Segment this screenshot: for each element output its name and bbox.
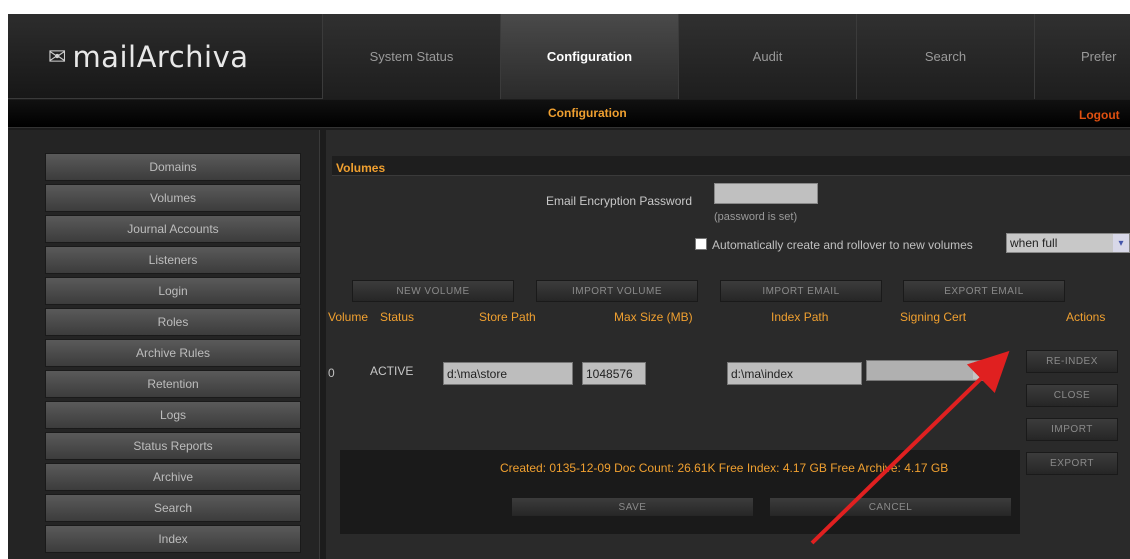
envelope-icon: ✉ (48, 43, 67, 69)
volumes-title: Volumes (336, 161, 386, 175)
sidebar-item-retention[interactable]: Retention (45, 370, 301, 398)
sidebar-item-status-reports[interactable]: Status Reports (45, 432, 301, 460)
main-tabs: System Status Configuration Audit Search… (322, 14, 1130, 99)
sidebar-item-index[interactable]: Index (45, 525, 301, 553)
rollover-select[interactable]: when full ▾ (1006, 233, 1130, 253)
sidebar-item-search[interactable]: Search (45, 494, 301, 522)
col-status: Status (380, 310, 415, 324)
sidebar: Domains Volumes Journal Accounts Listene… (8, 130, 320, 559)
logout-link[interactable]: Logout (1079, 108, 1120, 122)
row-volume-id: 0 (328, 366, 335, 380)
tab-preferences[interactable]: Prefer (1034, 14, 1130, 99)
encryption-password-label: Email Encryption Password (546, 194, 693, 208)
col-actions: Actions (1066, 310, 1106, 324)
sidebar-item-domains[interactable]: Domains (45, 153, 301, 181)
sidebar-item-archive[interactable]: Archive (45, 463, 301, 491)
section-title: Configuration (548, 106, 627, 120)
section-header-bar (332, 156, 1130, 176)
cancel-button[interactable]: CANCEL (769, 497, 1012, 517)
tab-system-status[interactable]: System Status (322, 14, 500, 99)
import-volume-button[interactable]: IMPORT VOLUME (536, 280, 698, 302)
sidebar-item-archive-rules[interactable]: Archive Rules (45, 339, 301, 367)
app-window: ✉ mailArchiva System Status Configuratio… (8, 14, 1130, 559)
export-button[interactable]: EXPORT (1026, 452, 1118, 475)
sidebar-nav: Domains Volumes Journal Accounts Listene… (45, 153, 301, 556)
index-path-field[interactable]: d:\ma\index (727, 362, 862, 385)
col-signing-cert: Signing Cert (900, 310, 967, 324)
volume-summary-text: Created: 0135-12-09 Doc Count: 26.61K Fr… (500, 461, 949, 475)
auto-rollover-label: Automatically create and rollover to new… (712, 238, 973, 252)
col-store-path: Store Path (479, 310, 536, 324)
main-panel: Volumes Email Encryption Password (passw… (326, 130, 1130, 559)
import-email-button[interactable]: IMPORT EMAIL (720, 280, 882, 302)
sidebar-item-volumes[interactable]: Volumes (45, 184, 301, 212)
close-volume-button[interactable]: CLOSE (1026, 384, 1118, 407)
max-size-field[interactable]: 1048576 (582, 362, 646, 385)
encryption-password-input[interactable] (714, 183, 818, 204)
save-button[interactable]: SAVE (511, 497, 754, 517)
chevron-down-icon: ▾ (973, 362, 988, 379)
tab-configuration[interactable]: Configuration (500, 14, 678, 99)
encryption-password-note: (password is set) (714, 211, 798, 223)
chevron-down-icon: ▾ (1113, 234, 1129, 252)
reindex-button[interactable]: RE-INDEX (1026, 350, 1118, 373)
top-bar: ✉ mailArchiva System Status Configuratio… (8, 14, 1130, 99)
row-status: ACTIVE (370, 364, 414, 378)
sub-bar: Configuration Logout (8, 100, 1130, 128)
new-volume-button[interactable]: NEW VOLUME (352, 280, 514, 302)
import-button[interactable]: IMPORT (1026, 418, 1118, 441)
export-email-button[interactable]: EXPORT EMAIL (903, 280, 1065, 302)
sidebar-item-logs[interactable]: Logs (45, 401, 301, 429)
sidebar-item-journal-accounts[interactable]: Journal Accounts (45, 215, 301, 243)
store-path-field[interactable]: d:\ma\store (443, 362, 573, 385)
tab-search[interactable]: Search (856, 14, 1034, 99)
sidebar-item-login[interactable]: Login (45, 277, 301, 305)
col-volume: Volume (328, 310, 369, 324)
col-max-size: Max Size (MB) (614, 310, 693, 324)
col-index-path: Index Path (771, 310, 829, 324)
auto-rollover-checkbox[interactable] (695, 238, 707, 250)
logo-text: mailArchiva (72, 39, 249, 74)
signing-cert-select[interactable]: ▾ (866, 360, 990, 381)
logo: ✉ mailArchiva (8, 14, 322, 99)
sidebar-item-listeners[interactable]: Listeners (45, 246, 301, 274)
tab-audit[interactable]: Audit (678, 14, 856, 99)
rollover-select-value: when full (1010, 236, 1058, 250)
sidebar-item-roles[interactable]: Roles (45, 308, 301, 336)
